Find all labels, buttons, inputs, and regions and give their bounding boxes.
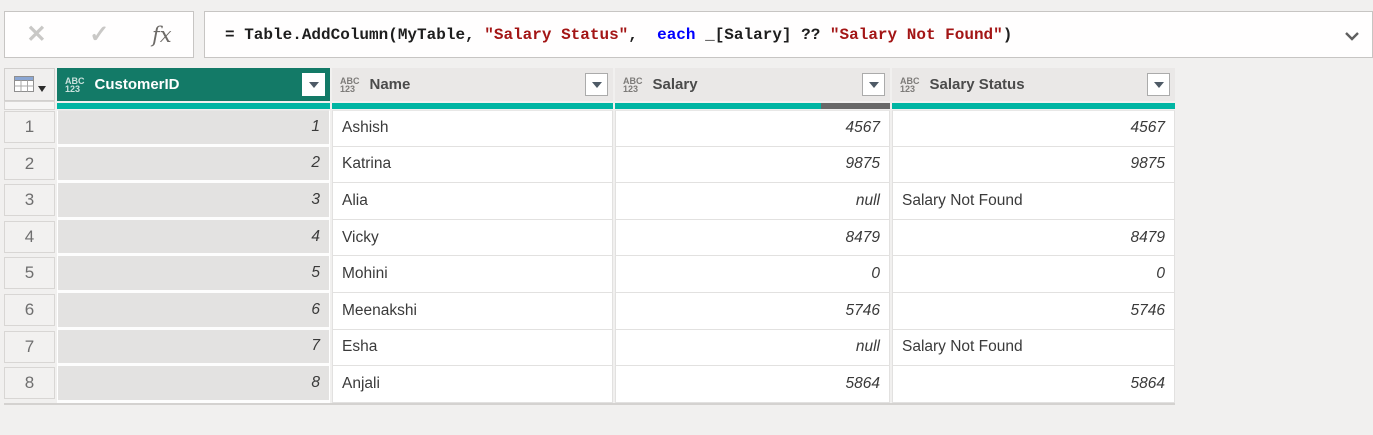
row-number[interactable]: 5 [4, 256, 55, 293]
cell-name[interactable]: Katrina [332, 146, 613, 184]
filter-chevron-icon [591, 81, 602, 88]
cell-name[interactable]: Vicky [332, 219, 613, 257]
filter-dropdown-button[interactable] [862, 73, 885, 96]
row-number[interactable]: 3 [4, 183, 55, 220]
cell-name[interactable]: Ashish [332, 110, 613, 147]
row-number[interactable]: 4 [4, 220, 55, 257]
cell-salary[interactable]: 8479 [615, 219, 890, 257]
cell-salary[interactable]: 0 [615, 256, 890, 293]
data-preview-grid: 1 1 Ashish 4567 4567 2 2 Katrina 9875 98… [4, 110, 1175, 403]
datatype-any-icon[interactable]: ABC 123 [900, 76, 920, 94]
cell-salary[interactable]: null [615, 329, 890, 367]
table-menu-button[interactable] [4, 68, 55, 101]
datatype-any-icon[interactable]: ABC 123 [623, 76, 643, 94]
formula-expander-chevron-down-icon[interactable] [1342, 26, 1362, 46]
table-row: 5 5 Mohini 0 0 [4, 256, 1175, 293]
table-icon [13, 75, 34, 92]
cell-salary[interactable]: 9875 [615, 146, 890, 184]
table-bottom-edge [4, 403, 1175, 405]
cell-customerid[interactable]: 3 [57, 183, 330, 220]
column-header-label: Name [369, 76, 411, 93]
cell-salary-status[interactable]: Salary Not Found [892, 183, 1175, 220]
cell-name[interactable]: Alia [332, 183, 613, 220]
column-header-label: CustomerID [94, 76, 180, 93]
quality-bar-customerid [57, 103, 330, 109]
cell-customerid[interactable]: 5 [57, 256, 330, 293]
formula-code: _[Salary] ?? [695, 25, 830, 44]
table-row: 2 2 Katrina 9875 9875 [4, 146, 1175, 184]
formula-string-literal: "Salary Not Found" [829, 25, 1003, 44]
datatype-123: 123 [623, 83, 639, 94]
cell-salary-status[interactable]: 8479 [892, 219, 1175, 257]
filter-dropdown-button[interactable] [302, 73, 325, 96]
row-number[interactable]: 1 [4, 110, 55, 147]
table-row: 3 3 Alia null Salary Not Found [4, 183, 1175, 220]
cell-salary-status[interactable]: 4567 [892, 110, 1175, 147]
column-header-salary[interactable]: ABC 123 Salary [615, 68, 890, 101]
column-header-customerid[interactable]: ABC 123 CustomerID [57, 68, 330, 101]
datatype-123: 123 [900, 83, 916, 94]
cell-salary[interactable]: 4567 [615, 110, 890, 147]
row-number[interactable]: 8 [4, 366, 55, 403]
table-row: 6 6 Meenakshi 5746 5746 [4, 292, 1175, 330]
cell-customerid[interactable]: 1 [57, 110, 330, 147]
power-query-editor: ✕ ✓ fx = Table.AddColumn(MyTable, "Salar… [0, 0, 1373, 435]
cell-name[interactable]: Anjali [332, 366, 613, 403]
cell-salary[interactable]: 5746 [615, 292, 890, 330]
column-header-name[interactable]: ABC 123 Name [332, 68, 613, 101]
formula-string-literal: "Salary Status" [484, 25, 629, 44]
confirm-formula-icon[interactable]: ✓ [89, 20, 109, 49]
filter-chevron-icon [1153, 81, 1164, 88]
table-row: 1 1 Ashish 4567 4567 [4, 110, 1175, 147]
cell-customerid[interactable]: 8 [57, 366, 330, 403]
datatype-123: 123 [65, 83, 81, 94]
formula-code: , [628, 25, 658, 44]
formula-text[interactable]: = Table.AddColumn(MyTable, "Salary Statu… [205, 26, 1012, 44]
table-row: 7 7 Esha null Salary Not Found [4, 329, 1175, 367]
row-number[interactable]: 6 [4, 293, 55, 330]
cell-salary[interactable]: null [615, 183, 890, 220]
cell-customerid[interactable]: 2 [57, 146, 330, 184]
cell-salary-status[interactable]: Salary Not Found [892, 329, 1175, 367]
column-header-label: Salary [652, 76, 698, 93]
cell-salary-status[interactable]: 5746 [892, 292, 1175, 330]
cell-name[interactable]: Mohini [332, 256, 613, 293]
cell-salary-status[interactable]: 0 [892, 256, 1175, 293]
column-header-label: Salary Status [929, 76, 1025, 93]
table-menu-chevron-icon [37, 85, 46, 92]
column-header-salary-status[interactable]: ABC 123 Salary Status [892, 68, 1175, 101]
row-number[interactable]: 2 [4, 147, 55, 184]
cell-salary-status[interactable]: 9875 [892, 146, 1175, 184]
filter-dropdown-button[interactable] [1147, 73, 1170, 96]
filter-chevron-icon [308, 81, 319, 88]
filter-chevron-icon [868, 81, 879, 88]
cell-salary-status[interactable]: 5864 [892, 366, 1175, 403]
table-row: 8 8 Anjali 5864 5864 [4, 366, 1175, 403]
formula-keyword: each [657, 25, 696, 44]
cell-salary[interactable]: 5864 [615, 366, 890, 403]
fx-icon[interactable]: fx [152, 23, 172, 47]
datatype-123: 123 [340, 83, 356, 94]
filter-dropdown-button[interactable] [585, 73, 608, 96]
formula-input[interactable]: = Table.AddColumn(MyTable, "Salary Statu… [204, 11, 1373, 58]
formula-action-box: ✕ ✓ fx [4, 11, 194, 58]
quality-bar-name [332, 103, 613, 109]
quality-bar-salary [615, 103, 890, 109]
cell-customerid[interactable]: 7 [57, 329, 330, 367]
datatype-any-icon[interactable]: ABC 123 [65, 76, 85, 94]
cell-name[interactable]: Esha [332, 329, 613, 367]
quality-bar-salary-status [892, 103, 1175, 109]
row-number[interactable]: 7 [4, 330, 55, 367]
formula-code: ) [1002, 25, 1013, 44]
cell-customerid[interactable]: 6 [57, 292, 330, 330]
formula-code: = Table.AddColumn(MyTable, [225, 25, 485, 44]
datatype-any-icon[interactable]: ABC 123 [340, 76, 360, 94]
gutter-quality-stub [4, 101, 55, 110]
table-row: 4 4 Vicky 8479 8479 [4, 219, 1175, 257]
cancel-formula-icon[interactable]: ✕ [26, 20, 46, 49]
cell-name[interactable]: Meenakshi [332, 292, 613, 330]
cell-customerid[interactable]: 4 [57, 219, 330, 257]
